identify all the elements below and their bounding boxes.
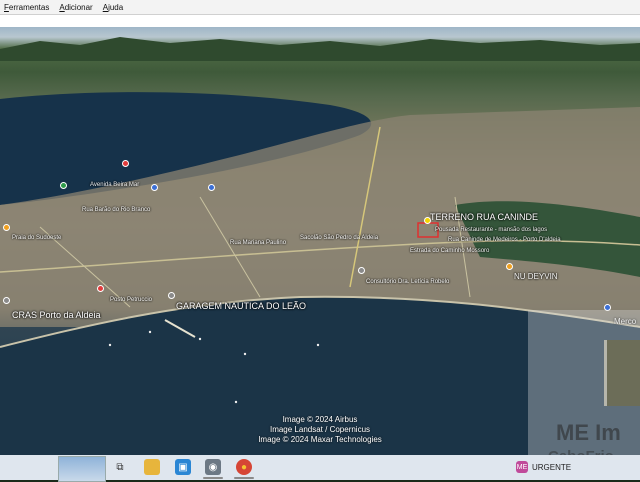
place-pin[interactable] <box>60 182 67 189</box>
place-label: Consultório Dra. Letícia Robelo <box>366 279 450 285</box>
urgent-label: URGENTE <box>532 462 572 472</box>
store-icon[interactable]: ▣ <box>175 459 191 475</box>
task-view-icon[interactable]: ⧉ <box>112 459 128 475</box>
active-indicator <box>203 477 223 479</box>
place-label: Avenida Beira Mar <box>90 182 140 188</box>
place-pin[interactable] <box>208 184 215 191</box>
menu-adicionar[interactable]: Adicionar <box>55 3 98 12</box>
place-pin[interactable] <box>122 160 129 167</box>
place-pin[interactable] <box>358 267 365 274</box>
watermark-text: ME Im <box>556 420 621 445</box>
place-label: CRAS Porto da Aldeia <box>12 310 101 320</box>
place-label: Rua Barão do Rio Branco <box>82 207 151 213</box>
place-label: Posto Petruccio <box>110 297 153 303</box>
menu-bar: Ferramentas Adicionar Ajuda <box>0 0 640 15</box>
app-badge-icon: ME <box>516 461 528 473</box>
watermark-logo <box>604 340 640 406</box>
active-indicator <box>234 477 254 479</box>
menu-ajuda[interactable]: Ajuda <box>99 3 129 12</box>
mountain-ridge <box>0 37 640 61</box>
google-earth-icon[interactable]: ◉ <box>205 459 221 475</box>
desktop-thumbnail[interactable] <box>58 456 106 482</box>
place-pin[interactable] <box>3 224 10 231</box>
place-label: Estrada do Caminho Mossoro <box>410 248 490 254</box>
chrome-icon[interactable]: ● <box>236 459 252 475</box>
place-label: NU DEYVIN <box>514 272 558 281</box>
urgent-taskbar-item[interactable]: ME URGENTE <box>516 459 571 475</box>
file-explorer-icon[interactable]: ▬ <box>144 459 160 475</box>
menu-ferramentas[interactable]: Ferramentas <box>0 3 55 12</box>
place-pin[interactable] <box>3 297 10 304</box>
place-pin[interactable] <box>506 263 513 270</box>
place-pin[interactable] <box>97 285 104 292</box>
place-label: Rua Mariana Paulino <box>230 240 287 246</box>
place-pin[interactable] <box>168 292 175 299</box>
placemark-label[interactable]: TERRENO RUA CANINDE <box>430 212 538 222</box>
place-pin[interactable] <box>151 184 158 191</box>
toolbar-area <box>0 15 640 27</box>
place-label: Pousada Restaurante - mansão dos lagos <box>435 227 548 233</box>
place-label: Praia do Sudoeste <box>12 235 62 241</box>
place-label: Rua Caninde de Medeiros - Porto D'aldeia <box>448 237 561 243</box>
place-label: GARAGEM NAUTICA DO LEÃO <box>176 301 307 311</box>
place-label: Sacolão São Pedro da Aldeia <box>300 235 379 241</box>
